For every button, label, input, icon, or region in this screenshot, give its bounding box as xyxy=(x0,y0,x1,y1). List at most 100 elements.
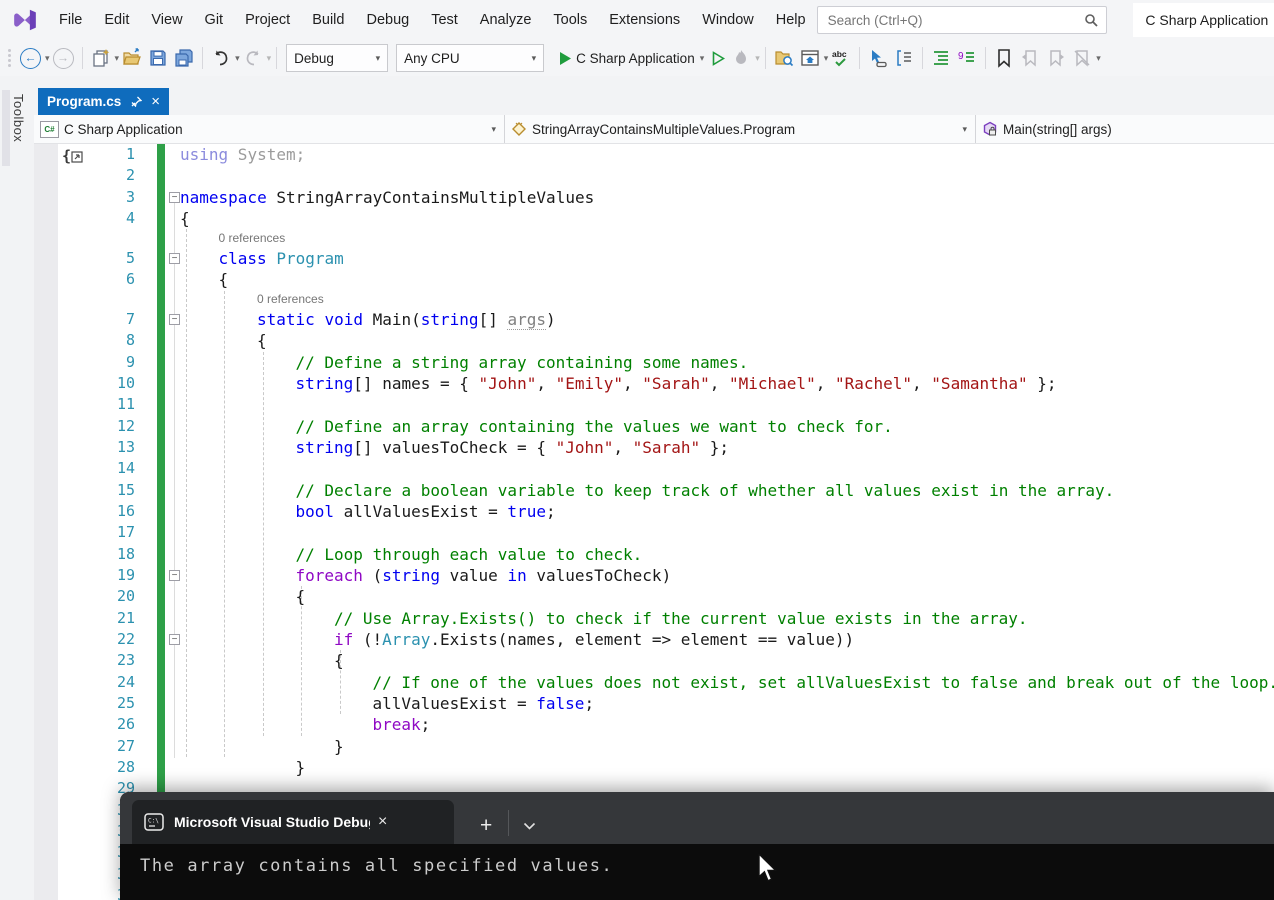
code-text[interactable]: allValuesExist = false; xyxy=(180,693,595,714)
menu-debug[interactable]: Debug xyxy=(355,0,420,40)
code-line[interactable]: 4{ xyxy=(34,207,1274,230)
close-icon[interactable]: × xyxy=(378,813,387,831)
bookmarks-dropdown[interactable]: ▾ xyxy=(1096,53,1101,64)
save-button[interactable] xyxy=(145,44,171,72)
code-line[interactable]: 6{ xyxy=(34,269,1274,291)
menu-git[interactable]: Git xyxy=(194,0,235,40)
code-line[interactable]: 15 // Declare a boolean variable to keep … xyxy=(34,479,1274,501)
code-line[interactable]: 3 − namespace StringArrayContainsMultipleV… xyxy=(34,186,1274,208)
menu-build[interactable]: Build xyxy=(301,0,355,40)
code-text[interactable]: break; xyxy=(180,714,431,735)
open-file-button[interactable] xyxy=(119,44,145,72)
menu-analyze[interactable]: Analyze xyxy=(469,0,543,40)
code-text[interactable]: // Use Array.Exists() to check if the cu… xyxy=(180,608,1028,629)
debug-console-window[interactable]: C:\ Microsoft Visual Studio Debug Consol… xyxy=(120,792,1274,900)
code-text[interactable]: // If one of the values does not exist, … xyxy=(180,672,1274,693)
next-bookmark-button[interactable] xyxy=(1043,44,1069,72)
code-text[interactable]: bool allValuesExist = true; xyxy=(180,501,556,522)
code-line[interactable]: 9 // Define a string array containing som… xyxy=(34,351,1274,373)
code-line[interactable]: 17 xyxy=(34,522,1274,544)
code-line[interactable]: 22 − if (!Array.Exists(names, element => e… xyxy=(34,628,1274,651)
navigate-forward-button[interactable]: → xyxy=(50,44,77,72)
menu-extensions[interactable]: Extensions xyxy=(598,0,691,40)
menu-edit[interactable]: Edit xyxy=(93,0,140,40)
code-line[interactable]: 5 − class Program xyxy=(34,247,1274,270)
terminal-tab[interactable]: C:\ Microsoft Visual Studio Debug Consol… xyxy=(132,800,454,844)
structure-guides-button[interactable] xyxy=(891,44,917,72)
spell-check-button[interactable]: abc xyxy=(828,44,854,72)
menu-window[interactable]: Window xyxy=(691,0,765,40)
save-all-button[interactable] xyxy=(171,44,197,72)
code-text[interactable]: // Define an array containing the values… xyxy=(180,416,893,437)
new-project-button[interactable] xyxy=(88,44,114,72)
code-line[interactable]: 19 − foreach (string value in valuesToChec… xyxy=(34,564,1274,587)
redo-button[interactable] xyxy=(240,44,266,72)
code-line[interactable]: 13 string[] valuesToCheck = { "John", "Sa… xyxy=(34,436,1274,459)
redo-dropdown[interactable]: ▾ xyxy=(267,53,272,64)
code-line[interactable]: 18 // Loop through each value to check. xyxy=(34,543,1274,565)
code-text[interactable]: class Program xyxy=(180,248,344,269)
undo-button[interactable] xyxy=(208,44,234,72)
fold-toggle[interactable]: − xyxy=(169,191,180,203)
menu-file[interactable]: File xyxy=(48,0,93,40)
menu-test[interactable]: Test xyxy=(420,0,469,40)
search-input[interactable] xyxy=(825,11,1085,29)
clear-bookmarks-button[interactable] xyxy=(1069,44,1095,72)
toolbox-tab[interactable]: Toolbox xyxy=(11,94,26,142)
prev-bookmark-button[interactable] xyxy=(1017,44,1043,72)
codelens-row[interactable]: 0 references xyxy=(34,229,1274,248)
code-text[interactable]: { xyxy=(180,208,190,229)
code-text[interactable]: static void Main(string[] args) xyxy=(180,309,556,330)
menu-project[interactable]: Project xyxy=(234,0,301,40)
code-text[interactable]: string[] valuesToCheck = { "John", "Sara… xyxy=(180,437,730,458)
codelens-references[interactable]: 0 references xyxy=(180,290,324,309)
selection-mode-button[interactable] xyxy=(865,44,891,72)
terminal-output[interactable]: The array contains all specified values. xyxy=(120,844,1274,876)
code-line[interactable]: 28} xyxy=(34,756,1274,779)
member-dropdown[interactable]: Main(string[] args) xyxy=(976,115,1274,143)
navigate-back-button[interactable]: ← xyxy=(17,44,44,72)
code-text[interactable]: { xyxy=(180,269,229,290)
code-line[interactable]: 12 // Define an array containing the valu… xyxy=(34,415,1274,437)
pin-icon[interactable] xyxy=(131,96,143,107)
code-text[interactable]: using System; xyxy=(180,144,305,165)
code-line[interactable]: 14 xyxy=(34,458,1274,480)
hot-reload-dropdown[interactable]: ▾ xyxy=(755,53,760,64)
find-in-files-button[interactable] xyxy=(771,44,797,72)
toolbar-grip[interactable] xyxy=(4,49,17,67)
code-text[interactable]: } xyxy=(180,757,306,778)
indent-button[interactable] xyxy=(928,44,954,72)
solution-explorer-home-button[interactable] xyxy=(797,44,823,72)
code-line[interactable]: 11 xyxy=(34,394,1274,416)
code-line[interactable]: 2 xyxy=(34,165,1274,187)
code-line[interactable]: 21 // Use Array.Exists() to check if the … xyxy=(34,607,1274,629)
code-text[interactable]: // Loop through each value to check. xyxy=(180,544,643,565)
menu-view[interactable]: View xyxy=(140,0,193,40)
new-terminal-tab-button[interactable]: + xyxy=(480,815,492,836)
project-dropdown[interactable]: C# C Sharp Application ▾ xyxy=(34,115,505,143)
code-text[interactable]: namespace StringArrayContainsMultipleVal… xyxy=(180,187,594,208)
code-line[interactable]: 25 allValuesExist = false; xyxy=(34,692,1274,715)
code-text[interactable]: // Define a string array containing some… xyxy=(180,352,749,373)
codelens-row[interactable]: 0 references xyxy=(34,290,1274,309)
menu-help[interactable]: Help xyxy=(765,0,817,40)
code-text[interactable]: string[] names = { "John", "Emily", "Sar… xyxy=(180,373,1057,394)
toggle-bookmark-button[interactable] xyxy=(991,44,1017,72)
code-text[interactable]: foreach (string value in valuesToCheck) xyxy=(180,565,672,586)
code-line[interactable]: 23 { xyxy=(34,650,1274,672)
code-text[interactable]: { xyxy=(180,650,344,671)
code-text[interactable]: } xyxy=(180,736,344,757)
code-text[interactable]: // Declare a boolean variable to keep tr… xyxy=(180,480,1115,501)
code-text[interactable]: if (!Array.Exists(names, element => elem… xyxy=(180,629,854,650)
code-line[interactable]: 27} xyxy=(34,735,1274,757)
code-line[interactable]: 24 // If one of the values does not exist… xyxy=(34,671,1274,693)
type-dropdown[interactable]: StringArrayContainsMultipleValues.Progra… xyxy=(505,115,976,143)
code-line[interactable]: 7 − static void Main(string[] args) xyxy=(34,308,1274,331)
code-line[interactable]: 8{ xyxy=(34,330,1274,352)
fold-toggle[interactable]: − xyxy=(169,569,180,581)
code-line[interactable]: 10 string[] names = { "John", "Emily", "S… xyxy=(34,372,1274,395)
code-rows[interactable]: 1 using System; 2 3− namespace StringArrayCo… xyxy=(34,144,1274,900)
hot-reload-button[interactable] xyxy=(728,44,754,72)
fold-toggle[interactable]: − xyxy=(169,633,180,645)
code-text[interactable]: { xyxy=(180,586,306,607)
